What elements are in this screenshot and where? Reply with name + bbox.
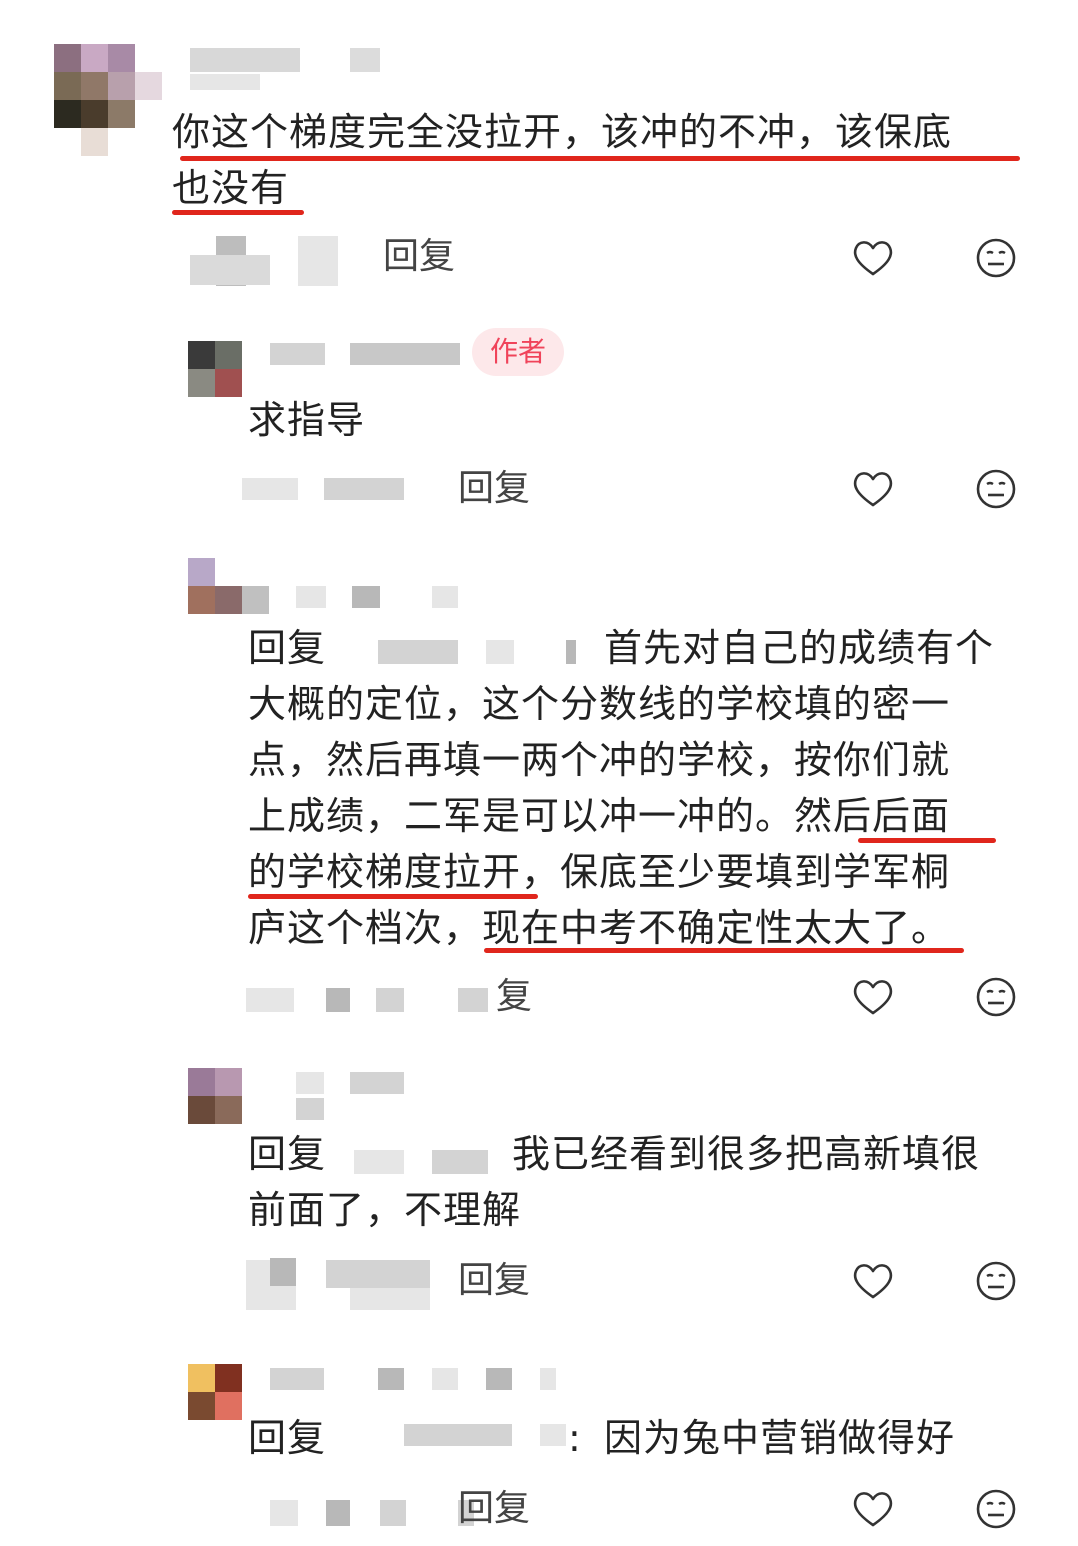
avatar[interactable] bbox=[54, 44, 164, 156]
mentioned-user[interactable] bbox=[404, 1424, 512, 1446]
reply-text-line: 前面了，不理解 bbox=[248, 1188, 522, 1232]
reply-button[interactable]: 回复 bbox=[458, 464, 530, 514]
comment-text-line2: 也没有 bbox=[172, 166, 290, 210]
username[interactable] bbox=[270, 1368, 324, 1390]
highlight-underline bbox=[248, 894, 538, 899]
avatar[interactable] bbox=[188, 558, 270, 614]
heart-icon[interactable] bbox=[851, 467, 895, 511]
username[interactable] bbox=[270, 343, 325, 365]
reply-prefix: 回复 bbox=[248, 1416, 327, 1460]
reply-button[interactable]: 复 bbox=[496, 972, 532, 1022]
highlight-underline bbox=[180, 156, 1020, 161]
author-badge: 作者 bbox=[472, 328, 565, 376]
highlight-underline bbox=[484, 948, 964, 953]
reply-prefix: 回复 bbox=[248, 1132, 327, 1176]
reply-colon: : bbox=[568, 1416, 582, 1460]
reply-text-line: 点，然后再填一两个冲的学校，按你们就 bbox=[248, 738, 951, 782]
reply-button[interactable]: 回复 bbox=[383, 232, 455, 282]
username[interactable] bbox=[296, 586, 326, 608]
highlight-underline bbox=[172, 210, 304, 215]
username[interactable] bbox=[296, 1072, 324, 1094]
emoji-icon[interactable] bbox=[974, 467, 1018, 511]
reply-text-line: 我已经看到很多把高新填很 bbox=[512, 1132, 981, 1176]
reply-text-line: 的学校梯度拉开，保底至少要填到学军桐 bbox=[248, 850, 951, 894]
reply-meta bbox=[246, 988, 294, 1012]
avatar[interactable] bbox=[188, 341, 242, 397]
reply-text-line: 大概的定位，这个分数线的学校填的密一 bbox=[248, 682, 951, 726]
heart-icon[interactable] bbox=[851, 236, 895, 280]
reply-text-line: 上成绩，二军是可以冲一冲的。然后后面 bbox=[248, 794, 951, 838]
reply-meta bbox=[270, 1500, 298, 1526]
mentioned-user[interactable] bbox=[354, 1150, 404, 1174]
mentioned-user[interactable] bbox=[378, 640, 458, 664]
emoji-icon[interactable] bbox=[974, 1487, 1018, 1531]
heart-icon[interactable] bbox=[851, 1259, 895, 1303]
username[interactable] bbox=[190, 48, 300, 72]
reply-text-line: 首先对自己的成绩有个 bbox=[604, 626, 995, 670]
avatar[interactable] bbox=[188, 1364, 242, 1420]
reply-text: 求指导 bbox=[248, 398, 366, 442]
emoji-icon[interactable] bbox=[974, 236, 1018, 280]
emoji-icon[interactable] bbox=[974, 975, 1018, 1019]
heart-icon[interactable] bbox=[851, 975, 895, 1019]
reply-button[interactable]: 回复 bbox=[458, 1484, 530, 1534]
heart-icon[interactable] bbox=[851, 1487, 895, 1531]
emoji-icon[interactable] bbox=[974, 1259, 1018, 1303]
reply-button[interactable]: 回复 bbox=[458, 1256, 530, 1306]
reply-meta bbox=[242, 478, 298, 500]
reply-prefix: 回复 bbox=[248, 626, 327, 670]
reply-text-line: 因为兔中营销做得好 bbox=[604, 1416, 956, 1460]
comment-text-line1: 你这个梯度完全没拉开，该冲的不冲，该保底 bbox=[172, 110, 953, 154]
highlight-underline bbox=[858, 838, 996, 843]
avatar[interactable] bbox=[188, 1068, 242, 1124]
